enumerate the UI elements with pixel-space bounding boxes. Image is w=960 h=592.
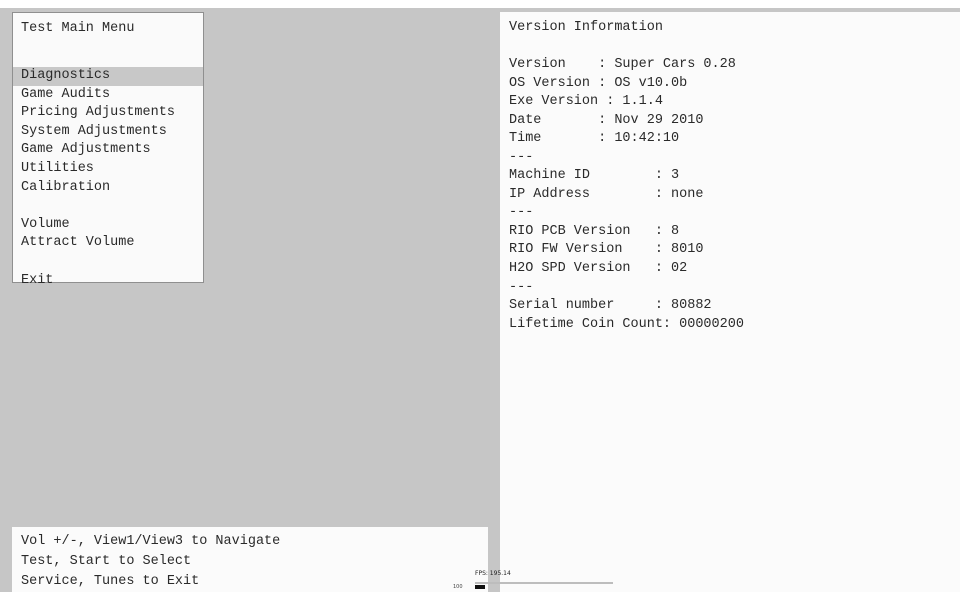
exe-version-line: Exe Version : 1.1.4 xyxy=(509,94,663,110)
date-line: Date : Nov 29 2010 xyxy=(509,112,704,128)
menu-item-game-audits[interactable]: Game Audits xyxy=(13,86,203,105)
time-line: Time : 10:42:10 xyxy=(509,131,680,147)
version-information-panel: Version Information Version : Super Cars… xyxy=(500,12,960,592)
ip-address-line: IP Address : none xyxy=(509,186,704,202)
help-exit-line: Service, Tunes to Exit xyxy=(21,574,200,589)
separator-line: --- xyxy=(509,279,534,295)
fps-bar-track xyxy=(475,582,613,584)
menu-list: Diagnostics Game Audits Pricing Adjustme… xyxy=(13,67,203,290)
info-title: Version Information xyxy=(509,20,663,35)
version-line: Version : Super Cars 0.28 xyxy=(509,57,736,72)
help-navigate-line: Vol +/-, View1/View3 to Navigate xyxy=(21,534,281,549)
test-main-menu-panel: Test Main Menu Diagnostics Game Audits P… xyxy=(12,12,204,288)
separator-line: --- xyxy=(509,205,534,221)
rio-fw-version-line: RIO FW Version : 8010 xyxy=(509,242,704,258)
navigation-help-panel: Vol +/-, View1/View3 to Navigate Test, S… xyxy=(12,527,488,592)
fps-bar-fill xyxy=(475,585,485,589)
menu-title: Test Main Menu xyxy=(21,21,135,36)
menu-item-attract-volume[interactable]: Attract Volume xyxy=(13,234,203,253)
lifetime-coin-count-line: Lifetime Coin Count: 00000200 xyxy=(509,316,744,332)
help-lines: Vol +/-, View1/View3 to Navigate Test, S… xyxy=(21,532,280,592)
menu-item-system-adjustments[interactable]: System Adjustments xyxy=(13,123,203,142)
fps-counter: FPS: 195.14 xyxy=(475,570,511,577)
menu-item-pricing-adjustments[interactable]: Pricing Adjustments xyxy=(13,104,203,123)
menu-item-volume[interactable]: Volume xyxy=(13,216,203,235)
machine-id-line: Machine ID : 3 xyxy=(509,168,680,184)
separator-line: --- xyxy=(509,149,534,165)
menu-item-calibration[interactable]: Calibration xyxy=(13,179,203,198)
menu-item-utilities[interactable]: Utilities xyxy=(13,160,203,179)
serial-number-line: Serial number : 80882 xyxy=(509,298,712,314)
os-version-line: OS Version : OS v10.0b xyxy=(509,75,688,91)
help-select-line: Test, Start to Select xyxy=(21,554,192,569)
menu-item-game-adjustments[interactable]: Game Adjustments xyxy=(13,141,203,160)
rio-pcb-version-line: RIO PCB Version : 8 xyxy=(509,223,680,239)
fps-scale-marker: 100 xyxy=(453,584,463,590)
info-lines: Version : Super Cars 0.28 OS Version : O… xyxy=(509,56,744,334)
top-strip xyxy=(0,0,960,8)
menu-spacer xyxy=(13,253,203,272)
menu-spacer xyxy=(13,197,203,216)
h2o-spd-version-line: H2O SPD Version : 02 xyxy=(509,261,688,277)
menu-item-diagnostics[interactable]: Diagnostics xyxy=(13,67,203,86)
menu-item-exit[interactable]: Exit xyxy=(13,272,203,291)
